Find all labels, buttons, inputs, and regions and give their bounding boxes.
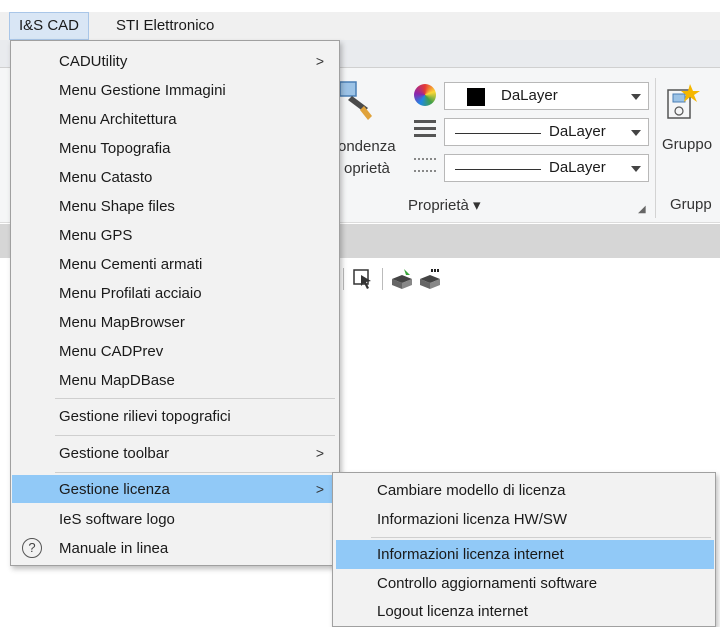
menu-item-profilati-acciaio[interactable]: Menu Profilati acciaio bbox=[12, 279, 338, 307]
menu-item-architettura[interactable]: Menu Architettura bbox=[12, 105, 338, 133]
menu-item-manuale-in-linea[interactable]: ? Manuale in linea bbox=[12, 534, 338, 562]
menu-item-label: Menu MapDBase bbox=[59, 372, 175, 389]
color-wheel-icon bbox=[414, 84, 436, 106]
toolbar-separator bbox=[382, 268, 383, 290]
toolbar-separator bbox=[343, 268, 344, 290]
submenu-item-label: Informazioni licenza internet bbox=[377, 546, 564, 563]
menu-item-label: Gestione rilievi topografici bbox=[59, 408, 231, 425]
linetype-combo-value: DaLayer bbox=[549, 123, 606, 140]
menu-item-shape-files[interactable]: Menu Shape files bbox=[12, 192, 338, 220]
menu-item-cadutility[interactable]: CADUtility > bbox=[12, 47, 338, 75]
chevron-down-icon bbox=[631, 166, 641, 172]
gestione-licenza-submenu: Cambiare modello di licenza Informazioni… bbox=[332, 472, 716, 627]
menu-item-label: Menu Profilati acciaio bbox=[59, 285, 202, 302]
menu-separator bbox=[55, 472, 335, 473]
menu-item-label: Manuale in linea bbox=[59, 540, 169, 557]
menu-item-gestione-immagini[interactable]: Menu Gestione Immagini bbox=[12, 76, 338, 104]
menu-item-label: CADUtility bbox=[59, 53, 128, 70]
menu-item-label: Menu MapBrowser bbox=[59, 314, 185, 331]
submenu-item-label: Controllo aggiornamenti software bbox=[377, 575, 598, 592]
group-icon[interactable] bbox=[666, 82, 700, 122]
color-swatch bbox=[467, 88, 485, 106]
submenu-item-controllo-aggiornamenti[interactable]: Controllo aggiornamenti software bbox=[336, 569, 714, 598]
color-combo-value: DaLayer bbox=[501, 87, 558, 104]
chevron-right-icon: > bbox=[315, 445, 324, 461]
menubar-item-ies-cad[interactable]: I&S CAD bbox=[9, 12, 90, 40]
menu-item-ies-software-logo[interactable]: IeS software logo bbox=[12, 505, 338, 533]
submenu-separator bbox=[371, 537, 711, 538]
network-green-icon[interactable] bbox=[390, 267, 414, 291]
menu-item-label: IeS software logo bbox=[59, 511, 175, 528]
match-properties-label-2: oprietà bbox=[344, 160, 390, 177]
dialog-launcher-icon[interactable]: ◢ bbox=[638, 204, 646, 215]
menu-item-label: Menu CADPrev bbox=[59, 343, 164, 360]
menu-item-label: Menu Architettura bbox=[59, 111, 177, 128]
menu-item-gestione-toolbar[interactable]: Gestione toolbar > bbox=[12, 439, 338, 467]
submenu-item-logout-internet[interactable]: Logout licenza internet bbox=[336, 597, 714, 626]
menu-item-topografia[interactable]: Menu Topografia bbox=[12, 134, 338, 162]
lineweight-combo[interactable]: DaLayer bbox=[444, 154, 649, 182]
menu-item-label: Menu Gestione Immagini bbox=[59, 82, 226, 99]
submenu-item-info-hw-sw[interactable]: Informazioni licenza HW/SW bbox=[336, 505, 714, 534]
chevron-down-icon bbox=[631, 130, 641, 136]
network-dots-icon[interactable] bbox=[418, 267, 442, 291]
menu-item-mapdbase[interactable]: Menu MapDBase bbox=[12, 366, 338, 394]
menu-item-mapbrowser[interactable]: Menu MapBrowser bbox=[12, 308, 338, 336]
menu-item-gps[interactable]: Menu GPS bbox=[12, 221, 338, 249]
zoom-pointer-icon[interactable] bbox=[351, 267, 375, 291]
menu-item-label: Gestione licenza bbox=[59, 481, 170, 498]
menu-item-cementi-armati[interactable]: Menu Cementi armati bbox=[12, 250, 338, 278]
color-combo[interactable]: DaLayer bbox=[444, 82, 649, 110]
lineweight-combo-value: DaLayer bbox=[549, 159, 606, 176]
submenu-item-label: Logout licenza internet bbox=[377, 603, 528, 620]
menu-item-label: Menu Catasto bbox=[59, 169, 153, 186]
lineweight-preview bbox=[455, 169, 541, 170]
linetype-preview bbox=[455, 133, 541, 134]
menu-item-gestione-licenza[interactable]: Gestione licenza > bbox=[12, 475, 338, 503]
toolbar bbox=[340, 264, 442, 294]
menu-item-label: Gestione toolbar bbox=[59, 445, 170, 462]
linetype-icon bbox=[414, 120, 436, 140]
match-properties-label-1: ondenza bbox=[338, 138, 396, 155]
menu-separator bbox=[55, 435, 335, 436]
help-icon: ? bbox=[22, 538, 42, 558]
ies-cad-dropdown-menu: CADUtility > Menu Gestione Immagini Menu… bbox=[10, 40, 340, 566]
lineweight-icon bbox=[414, 158, 436, 172]
chevron-right-icon: > bbox=[315, 53, 324, 69]
menu-item-cadprev[interactable]: Menu CADPrev bbox=[12, 337, 338, 365]
linetype-combo[interactable]: DaLayer bbox=[444, 118, 649, 146]
group-button-label: Gruppo bbox=[662, 136, 713, 153]
chevron-down-icon bbox=[631, 94, 641, 100]
menu-item-label: Menu Shape files bbox=[59, 198, 175, 215]
group-panel-label: Grupp bbox=[670, 196, 712, 213]
menu-separator bbox=[55, 398, 335, 399]
group-divider bbox=[655, 78, 656, 218]
menu-item-catasto[interactable]: Menu Catasto bbox=[12, 163, 338, 191]
match-properties-icon[interactable] bbox=[338, 80, 372, 122]
menu-item-rilievi-topografici[interactable]: Gestione rilievi topografici bbox=[12, 402, 338, 430]
proprieta-group-label[interactable]: Proprietà ▾ bbox=[408, 196, 481, 214]
submenu-item-label: Informazioni licenza HW/SW bbox=[377, 511, 568, 528]
submenu-item-info-internet[interactable]: Informazioni licenza internet bbox=[336, 540, 714, 569]
menu-item-label: Menu Cementi armati bbox=[59, 256, 203, 273]
submenu-item-cambiare-modello[interactable]: Cambiare modello di licenza bbox=[336, 476, 714, 505]
menubar-item-sti-elettronico[interactable]: STI Elettronico bbox=[107, 12, 223, 40]
menu-item-label: Menu GPS bbox=[59, 227, 133, 244]
submenu-item-label: Cambiare modello di licenza bbox=[377, 482, 566, 499]
chevron-right-icon: > bbox=[315, 481, 324, 497]
menu-item-label: Menu Topografia bbox=[59, 140, 171, 157]
